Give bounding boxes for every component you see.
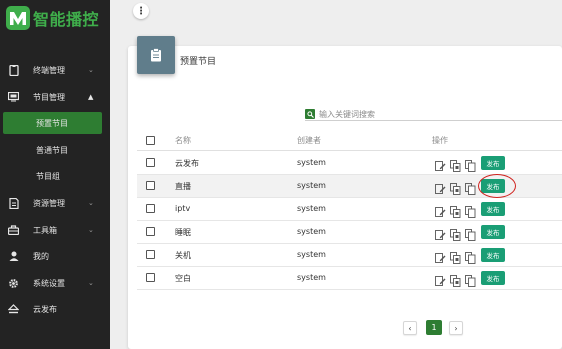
sidebar-item-program-groups[interactable]: 节目组 <box>0 165 110 187</box>
row-creator: system <box>297 181 326 190</box>
edit-icon[interactable] <box>435 226 446 240</box>
publish-button[interactable]: 发布 <box>481 202 505 216</box>
page-1-button[interactable]: 1 <box>426 320 442 335</box>
brand-name: 智能播控 <box>33 10 100 29</box>
row-creator: system <box>297 204 326 213</box>
eject-icon <box>8 304 19 315</box>
top-bar <box>110 0 562 16</box>
sidebar-item-label: 终端管理 <box>33 65 65 75</box>
clipboard-icon <box>137 36 175 74</box>
row-name: iptv <box>175 204 191 213</box>
row-creator: system <box>297 250 326 259</box>
row-checkbox[interactable] <box>146 250 155 259</box>
chevron-down-icon: ⌄ <box>88 199 94 207</box>
copy-icon[interactable] <box>465 249 476 264</box>
chevron-down-icon: ⌄ <box>88 66 94 74</box>
table-row: 关机 system 发布 <box>137 244 562 267</box>
sidebar-item-resources[interactable]: 资源管理 ⌄ <box>0 192 110 214</box>
row-creator: system <box>297 158 326 167</box>
edit-icon[interactable] <box>435 203 446 217</box>
sidebar-item-normal-programs[interactable]: 普通节目 <box>0 139 110 161</box>
duplicate-icon[interactable] <box>450 226 461 241</box>
row-name: 直播 <box>175 182 191 191</box>
edit-icon[interactable] <box>435 249 446 263</box>
publish-button[interactable]: 发布 <box>481 156 505 170</box>
sidebar-item-terminal[interactable]: 终端管理 ⌄ <box>0 59 110 81</box>
row-creator: system <box>297 227 326 236</box>
row-checkbox[interactable] <box>146 158 155 167</box>
sidebar-item-label: 云发布 <box>33 304 57 314</box>
sidebar-item-label: 普通节目 <box>36 145 68 155</box>
sidebar-item-label: 我的 <box>33 251 49 261</box>
sidebar-item-label: 系统设置 <box>33 278 65 288</box>
duplicate-icon[interactable] <box>450 157 461 172</box>
column-header-name: 名称 <box>175 136 191 145</box>
chevron-up-icon: ▲ <box>88 93 94 101</box>
toolbox-icon <box>8 225 19 236</box>
sidebar-item-programs[interactable]: 节目管理 ▲ <box>0 86 110 108</box>
row-creator: system <box>297 273 326 282</box>
sidebar-item-label: 资源管理 <box>33 198 65 208</box>
edit-icon[interactable] <box>435 272 446 286</box>
copy-icon[interactable] <box>465 157 476 172</box>
sidebar-item-label: 节目管理 <box>33 92 65 102</box>
tablet-icon <box>8 64 19 76</box>
sidebar: 智能播控 终端管理 ⌄ 节目管理 ▲ 预置节目 普通节目 节目组 资源管理 ⌄ … <box>0 0 110 349</box>
row-checkbox[interactable] <box>146 273 155 282</box>
duplicate-icon[interactable] <box>450 249 461 264</box>
column-header-actions: 操作 <box>432 136 448 145</box>
copy-icon[interactable] <box>465 180 476 195</box>
next-page-button[interactable]: › <box>449 321 463 335</box>
publish-button[interactable]: 发布 <box>481 225 505 239</box>
search-input[interactable] <box>319 108 549 120</box>
duplicate-icon[interactable] <box>450 272 461 287</box>
row-name: 云发布 <box>175 159 199 168</box>
select-all-checkbox[interactable] <box>146 136 155 145</box>
row-name: 关机 <box>175 251 191 260</box>
table-row: iptv system 发布 <box>137 198 562 221</box>
publish-button[interactable]: 发布 <box>481 248 505 262</box>
person-icon <box>8 251 19 262</box>
sidebar-item-label: 工具箱 <box>33 225 57 235</box>
table-row: 睡眠 system 发布 <box>137 221 562 244</box>
search-bar <box>305 108 562 121</box>
duplicate-icon[interactable] <box>450 203 461 218</box>
document-icon <box>8 197 19 209</box>
row-name: 睡眠 <box>175 228 191 237</box>
copy-icon[interactable] <box>465 203 476 218</box>
page-title: 预置节目 <box>180 57 217 67</box>
monitor-icon <box>8 92 19 103</box>
header-divider <box>137 150 562 151</box>
more-options-icon[interactable]: ⋮ <box>133 3 149 19</box>
copy-icon[interactable] <box>465 226 476 241</box>
sidebar-item-mine[interactable]: 我的 <box>0 245 110 267</box>
sidebar-item-preset-programs[interactable]: 预置节目 <box>3 112 102 134</box>
logo-icon <box>6 6 30 30</box>
copy-icon[interactable] <box>465 272 476 287</box>
chevron-down-icon: ⌄ <box>88 279 94 287</box>
gear-icon <box>8 278 19 289</box>
column-header-creator: 创建者 <box>297 136 321 145</box>
row-checkbox[interactable] <box>146 227 155 236</box>
publish-button[interactable]: 发布 <box>481 271 505 285</box>
duplicate-icon[interactable] <box>450 180 461 195</box>
sidebar-item-toolbox[interactable]: 工具箱 ⌄ <box>0 219 110 241</box>
edit-icon[interactable] <box>435 157 446 171</box>
row-checkbox[interactable] <box>146 181 155 190</box>
highlight-circle <box>478 174 516 198</box>
chevron-down-icon: ⌄ <box>88 226 94 234</box>
sidebar-item-label: 节目组 <box>36 171 60 181</box>
row-checkbox[interactable] <box>146 204 155 213</box>
brand[interactable]: 智能播控 <box>6 6 99 30</box>
prev-page-button[interactable]: ‹ <box>403 321 417 335</box>
search-icon[interactable] <box>305 109 315 119</box>
table-row: 空白 system 发布 <box>137 267 562 290</box>
row-name: 空白 <box>175 274 191 283</box>
edit-icon[interactable] <box>435 180 446 194</box>
sidebar-item-cloud-publish[interactable]: 云发布 <box>0 298 110 320</box>
sidebar-item-settings[interactable]: 系统设置 ⌄ <box>0 272 110 294</box>
table-row: 云发布 system 发布 <box>137 152 562 175</box>
sidebar-item-label: 预置节目 <box>36 118 68 128</box>
